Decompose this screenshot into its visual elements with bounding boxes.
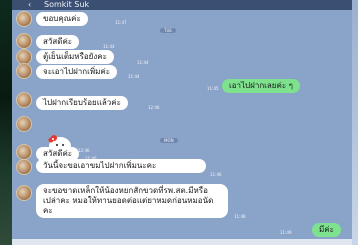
incoming-message: ขอบคุณค่ะ [36, 12, 88, 26]
chat-window: ‹ Somkit Suk ขอบคุณค่ะ 11:47 TUE สวัสดีค… [12, 0, 352, 245]
date-chip: MON [160, 138, 178, 143]
incoming-message: วันนี้จะขอเอาขมไปฝากเพิ่มนะคะ [36, 159, 206, 173]
incoming-message: สวัสดีค่ะ [36, 35, 80, 49]
avatar[interactable] [16, 33, 32, 49]
outgoing-message: มีค่ะ [312, 223, 341, 237]
message-time: 11:47 [115, 20, 127, 25]
chevron-left-icon[interactable]: ‹ [28, 0, 31, 10]
message-time: 11:44 [128, 74, 140, 79]
message-time: 11:44 [137, 60, 149, 65]
incoming-message: จะเอาไปฝากเพิ่มค่ะ [36, 65, 118, 79]
message-time: 11:44 [103, 44, 115, 49]
avatar[interactable] [16, 144, 32, 160]
message-time: 11:48 [234, 214, 246, 219]
chat-title: Somkit Suk [44, 0, 90, 9]
message-time: 11:49 [280, 230, 292, 235]
incoming-message: ไปฝากเรียบร้อยแล้วค่ะ [36, 96, 128, 110]
message-time: 12:46 [78, 148, 90, 153]
message-time: 12:46 [148, 105, 160, 110]
incoming-message: ตู้เย็นเต็มหรือยังคะ [36, 50, 114, 64]
avatar[interactable] [16, 185, 32, 201]
outgoing-message: เอาไปฝากเลยค่ะ ๆ [222, 79, 300, 93]
chat-header: ‹ Somkit Suk [12, 0, 352, 10]
message-time: 11:46 [210, 172, 222, 177]
date-chip: TUE [160, 28, 176, 33]
avatar[interactable] [16, 92, 32, 108]
avatar[interactable] [16, 11, 32, 27]
avatar[interactable] [16, 159, 32, 175]
avatar[interactable] [16, 116, 32, 132]
incoming-message: จะขอขาดเหล็กให้น้องหยกสักขวดที่รพ.สต.มีห… [36, 184, 228, 218]
message-time: 11:45 [207, 86, 219, 91]
avatar[interactable] [16, 63, 32, 79]
input-bar[interactable] [12, 239, 352, 245]
